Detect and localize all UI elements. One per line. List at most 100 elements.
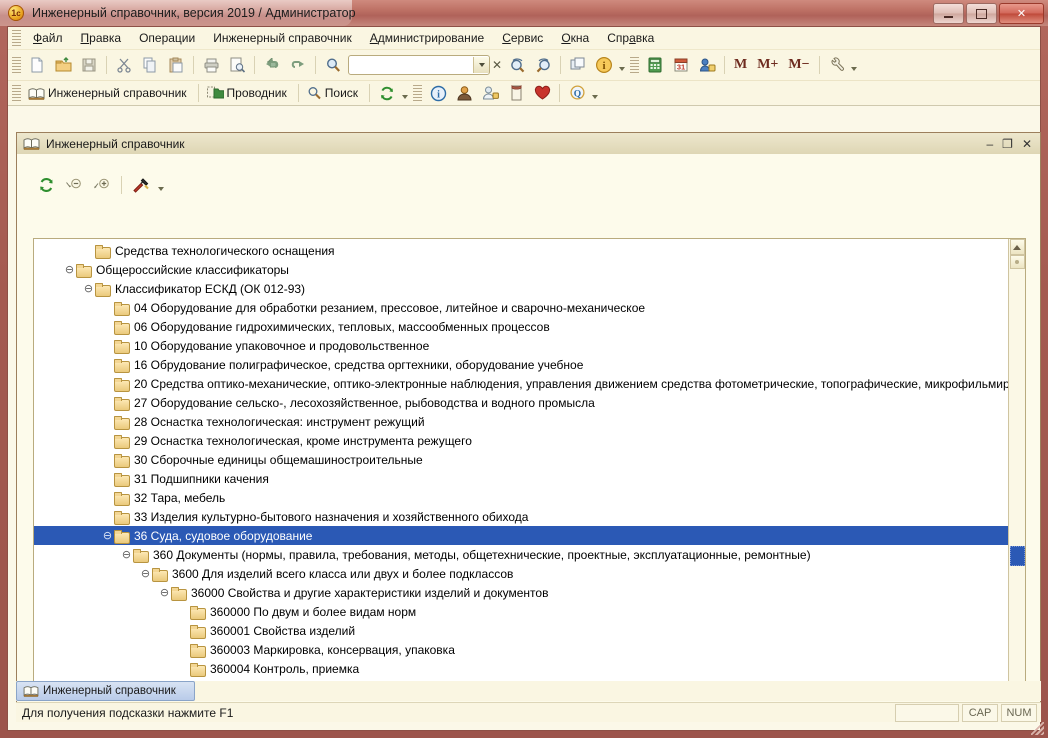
tree-row[interactable]: ⊖3600 Для изделий всего класса или двух … [34, 564, 1008, 583]
collapse-toggle-icon[interactable]: ⊖ [101, 529, 114, 542]
menu-file[interactable]: Файл [24, 28, 72, 48]
menu-engineering-reference[interactable]: Инженерный справочник [204, 28, 361, 48]
chevron-down-icon[interactable] [473, 57, 489, 73]
tree-row[interactable]: 06 Оборудование гидрохимических, тепловы… [34, 317, 1008, 336]
scrollbar-track[interactable] [1010, 269, 1025, 681]
tree-row[interactable]: 04 Оборудование для обработки резанием, … [34, 298, 1008, 317]
tree-row[interactable]: 29 Оснастка технологическая, кроме инстр… [34, 431, 1008, 450]
copy-window-button[interactable] [565, 52, 591, 78]
tree-vertical-scrollbar[interactable] [1008, 239, 1025, 697]
memory-add-button[interactable]: M+ [752, 57, 783, 73]
tree-expand-all-button[interactable] [89, 173, 115, 197]
tree-row[interactable]: 27 Оборудование сельско-, лесохозяйствен… [34, 393, 1008, 412]
menu-windows[interactable]: Окна [552, 28, 598, 48]
calculator-button[interactable] [642, 52, 668, 78]
tree-tools-dropdown-caret-icon[interactable] [156, 175, 165, 195]
paste-button[interactable] [163, 52, 189, 78]
user-button[interactable] [451, 80, 477, 106]
tree-row[interactable]: 360000 По двум и более видам норм [34, 602, 1008, 621]
tree-row[interactable]: 10 Оборудование упаковочное и продовольс… [34, 336, 1008, 355]
menu-service[interactable]: Сервис [493, 28, 552, 48]
search-input[interactable] [349, 57, 473, 74]
taskbar-button-engineering-reference[interactable]: Инженерный справочник [16, 681, 195, 701]
scroll-split-button[interactable] [1010, 255, 1025, 269]
mdi-restore-button[interactable]: ❐ [1002, 138, 1013, 150]
secondary-toolbar-grip-2[interactable] [413, 85, 422, 101]
collapse-toggle-icon[interactable]: ⊖ [63, 263, 76, 276]
column-button[interactable] [503, 80, 529, 106]
tree-refresh-button[interactable] [33, 173, 59, 197]
new-document-button[interactable] [24, 52, 50, 78]
tree-row[interactable]: 360001 Свойства изделий [34, 621, 1008, 640]
help-dropdown-caret-icon[interactable] [590, 83, 599, 103]
find-button[interactable] [320, 52, 346, 78]
collapse-toggle-icon[interactable]: ⊖ [82, 282, 95, 295]
tree-row[interactable]: 32 Тара, мебель [34, 488, 1008, 507]
memory-sub-button[interactable]: M− [783, 57, 814, 73]
tree-row[interactable]: ⊖360 Документы (нормы, правила, требован… [34, 545, 1008, 564]
settings-button[interactable] [824, 52, 850, 78]
tree-row[interactable]: ⊖36000 Свойства и другие характеристики … [34, 583, 1008, 602]
tree-row[interactable]: 28 Оснастка технологическая: инструмент … [34, 412, 1008, 431]
find-prev-button[interactable] [530, 52, 556, 78]
menu-operations[interactable]: Операции [130, 28, 204, 48]
tree-row[interactable]: ⊖Общероссийские классификаторы [34, 260, 1008, 279]
tool-engineering-reference[interactable]: Инженерный справочник [24, 81, 194, 105]
heart-button[interactable] [529, 80, 555, 106]
menu-edit[interactable]: Правка [72, 28, 131, 48]
tree-row[interactable]: 360004 Контроль, приемка [34, 659, 1008, 678]
scrollbar-thumb[interactable] [1010, 546, 1025, 566]
collapse-toggle-icon[interactable]: ⊖ [158, 586, 171, 599]
info-button[interactable]: i [591, 52, 617, 78]
user-key-button[interactable] [477, 80, 503, 106]
search-combo[interactable] [348, 55, 490, 75]
memory-recall-button[interactable]: M [729, 57, 752, 73]
refresh-button[interactable] [374, 80, 400, 106]
calendar-button[interactable]: 31 [668, 52, 694, 78]
close-button[interactable]: ✕ [999, 3, 1044, 24]
cut-button[interactable] [111, 52, 137, 78]
classifier-tree[interactable]: Средства технологического оснащения⊖Обще… [34, 239, 1008, 697]
scroll-up-button[interactable] [1010, 239, 1025, 255]
undo-button[interactable] [259, 52, 285, 78]
tree-row[interactable]: ⊖Классификатор ЕСКД (ОК 012-93) [34, 279, 1008, 298]
tree-row[interactable]: 20 Средства оптико-механические, оптико-… [34, 374, 1008, 393]
tree-row[interactable]: 31 Подшипники качения [34, 469, 1008, 488]
mdi-minimize-button[interactable]: – [986, 138, 993, 150]
redo-button[interactable] [285, 52, 311, 78]
toolbar-grip[interactable] [12, 57, 21, 73]
maximize-button[interactable] [966, 3, 997, 24]
mdi-close-button[interactable]: ✕ [1022, 138, 1032, 150]
menu-administration[interactable]: Администрирование [361, 28, 493, 48]
tree-row[interactable]: 16 Обрудование полиграфическое, средства… [34, 355, 1008, 374]
help-button[interactable]: Q [564, 80, 590, 106]
tree-tools-button[interactable] [128, 173, 154, 197]
secondary-toolbar-grip[interactable] [12, 85, 21, 101]
open-folder-button[interactable] [50, 52, 76, 78]
tree-row[interactable]: 30 Сборочные единицы общемашиностроитель… [34, 450, 1008, 469]
collapse-toggle-icon[interactable]: ⊖ [139, 567, 152, 580]
tree-row[interactable]: Средства технологического оснащения [34, 241, 1008, 260]
minimize-button[interactable] [933, 3, 964, 24]
menubar-grip[interactable] [12, 30, 21, 46]
tool-search[interactable]: Поиск [303, 81, 365, 105]
print-preview-button[interactable] [224, 52, 250, 78]
tree-row[interactable]: 33 Изделия культурно-бытового назначения… [34, 507, 1008, 526]
tool-explorer[interactable]: Проводник [203, 81, 294, 105]
refresh-dropdown-caret-icon[interactable] [400, 83, 409, 103]
info-dropdown-caret-icon[interactable] [617, 55, 626, 75]
tree-collapse-all-button[interactable] [61, 173, 87, 197]
collapse-toggle-icon[interactable]: ⊖ [120, 548, 133, 561]
toolbar-grip-2[interactable] [630, 57, 639, 73]
tree-row[interactable]: ⊖36 Суда, судовое оборудование [34, 526, 1008, 545]
copy-button[interactable] [137, 52, 163, 78]
save-button[interactable] [76, 52, 102, 78]
menu-help[interactable]: Справка [598, 28, 663, 48]
tree-row[interactable]: 360003 Маркировка, консервация, упаковка [34, 640, 1008, 659]
user-settings-button[interactable] [694, 52, 720, 78]
clear-search-button[interactable]: ✕ [490, 56, 504, 74]
resize-grip-icon[interactable] [1031, 722, 1044, 735]
info-circle-button[interactable]: i [425, 80, 451, 106]
settings-dropdown-caret-icon[interactable] [850, 55, 859, 75]
print-button[interactable] [198, 52, 224, 78]
